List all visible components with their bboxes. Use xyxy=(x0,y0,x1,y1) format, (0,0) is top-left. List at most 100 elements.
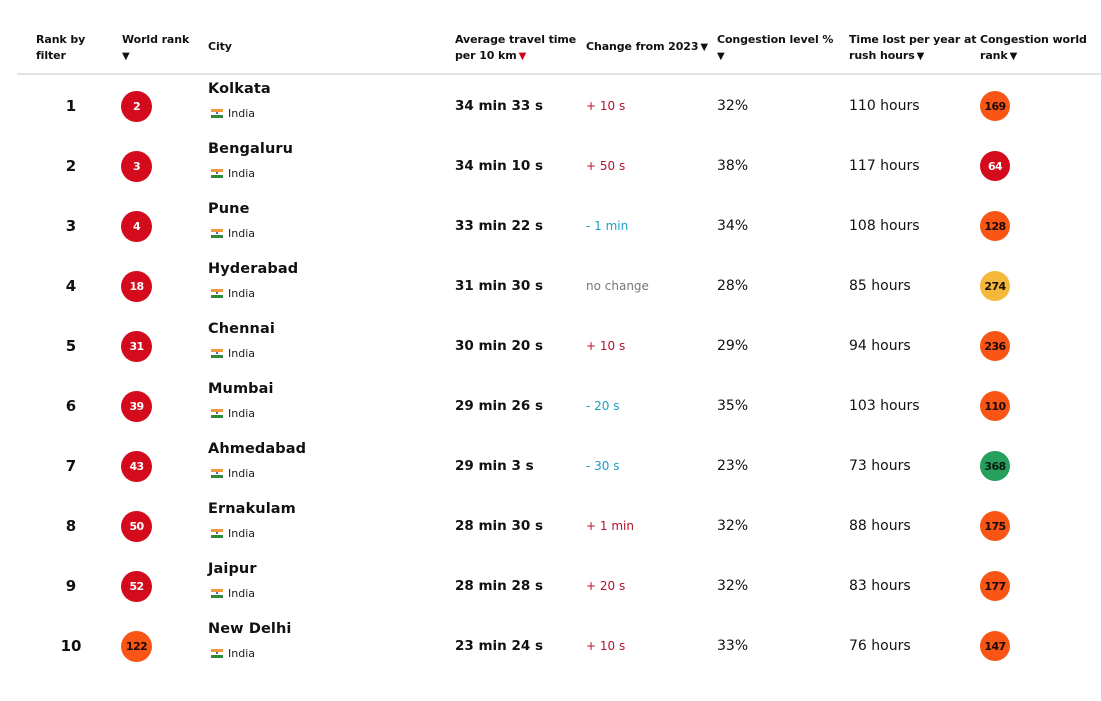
table-row[interactable]: 5 31 Chennai India 30 min 20 s + 10 s 29… xyxy=(0,316,1101,376)
congestion-level: 32% xyxy=(717,578,749,594)
india-flag-icon xyxy=(211,288,223,298)
rank-by-filter: 10 xyxy=(60,637,82,655)
country: India xyxy=(208,166,293,180)
time-lost-per-year: 76 hours xyxy=(849,638,911,654)
country-name: India xyxy=(228,646,255,660)
india-flag-icon xyxy=(211,648,223,658)
time-lost-per-year: 83 hours xyxy=(849,578,911,594)
change-from-2023: + 1 min xyxy=(586,519,634,533)
header-change-from-2023[interactable]: Change from 2023 ▼ xyxy=(586,39,708,56)
average-travel-time: 23 min 24 s xyxy=(455,638,544,654)
average-travel-time: 31 min 30 s xyxy=(455,278,544,294)
header-congestion-world-rank[interactable]: Congestion world rank ▼ xyxy=(980,32,1087,65)
sort-arrow-icon[interactable]: ▼ xyxy=(700,42,708,53)
city-cell: Kolkata India xyxy=(208,79,271,120)
city-name[interactable]: Kolkata xyxy=(208,79,271,99)
header-rank-by-filter[interactable]: Rank by filter xyxy=(36,32,85,64)
change-from-2023: + 10 s xyxy=(586,99,626,113)
india-flag-icon xyxy=(211,588,223,598)
city-name[interactable]: Pune xyxy=(208,199,255,219)
change-from-2023: - 30 s xyxy=(586,459,620,473)
table-row[interactable]: 2 3 Bengaluru India 34 min 10 s + 50 s 3… xyxy=(0,136,1101,196)
table-row[interactable]: 9 52 Jaipur India 28 min 28 s + 20 s 32%… xyxy=(0,556,1101,616)
city-name[interactable]: Ahmedabad xyxy=(208,439,306,459)
time-lost-per-year: 103 hours xyxy=(849,398,920,414)
header-time-lost-line1: Time lost per year at xyxy=(849,33,977,46)
table-row[interactable]: 1 2 Kolkata India 34 min 33 s + 10 s 32%… xyxy=(0,76,1101,136)
city-cell: Hyderabad India xyxy=(208,259,298,300)
table-row[interactable]: 6 39 Mumbai India 29 min 26 s - 20 s 35%… xyxy=(0,376,1101,436)
city-cell: New Delhi India xyxy=(208,619,291,660)
table-row[interactable]: 4 18 Hyderabad India 31 min 30 s no chan… xyxy=(0,256,1101,316)
world-rank-badge: 50 xyxy=(121,511,152,542)
average-travel-time: 34 min 10 s xyxy=(455,158,544,174)
country-name: India xyxy=(228,346,255,360)
rank-by-filter: 9 xyxy=(65,577,77,595)
table-row[interactable]: 10 122 New Delhi India 23 min 24 s + 10 … xyxy=(0,616,1101,676)
country: India xyxy=(208,466,306,480)
congestion-world-rank-badge: 64 xyxy=(980,151,1010,181)
country: India xyxy=(208,226,255,240)
india-flag-icon xyxy=(211,168,223,178)
table-row[interactable]: 3 4 Pune India 33 min 22 s - 1 min 34% 1… xyxy=(0,196,1101,256)
sort-arrow-icon[interactable]: ▼ xyxy=(1010,51,1018,62)
change-from-2023: - 1 min xyxy=(586,219,629,233)
world-rank-badge: 52 xyxy=(121,571,152,602)
city-name[interactable]: New Delhi xyxy=(208,619,291,639)
city-cell: Ahmedabad India xyxy=(208,439,306,480)
average-travel-time: 30 min 20 s xyxy=(455,338,544,354)
change-from-2023: - 20 s xyxy=(586,399,620,413)
city-cell: Jaipur India xyxy=(208,559,257,600)
header-congestion-level[interactable]: Congestion level % ▼ xyxy=(717,32,833,65)
country-name: India xyxy=(228,226,255,240)
congestion-world-rank-badge: 147 xyxy=(980,631,1010,661)
average-travel-time: 34 min 33 s xyxy=(455,98,544,114)
city-name[interactable]: Chennai xyxy=(208,319,275,339)
city-name[interactable]: Ernakulam xyxy=(208,499,296,519)
average-travel-time: 28 min 30 s xyxy=(455,518,544,534)
rank-by-filter: 4 xyxy=(65,277,77,295)
country: India xyxy=(208,406,274,420)
sort-arrow-active-icon[interactable]: ▼ xyxy=(519,51,527,62)
table-row[interactable]: 8 50 Ernakulam India 28 min 30 s + 1 min… xyxy=(0,496,1101,556)
table-header: Rank by filter World rank ▼ City Average… xyxy=(0,0,1101,76)
city-cell: Pune India xyxy=(208,199,255,240)
header-rank-by-filter-line2: filter xyxy=(36,49,66,62)
city-name[interactable]: Jaipur xyxy=(208,559,257,579)
congestion-world-rank-badge: 177 xyxy=(980,571,1010,601)
change-from-2023: no change xyxy=(586,279,649,293)
header-world-rank[interactable]: World rank ▼ xyxy=(122,32,189,65)
header-city[interactable]: City xyxy=(208,39,232,55)
congestion-world-rank-badge: 128 xyxy=(980,211,1010,241)
india-flag-icon xyxy=(211,528,223,538)
city-cell: Bengaluru India xyxy=(208,139,293,180)
city-name[interactable]: Mumbai xyxy=(208,379,274,399)
city-name[interactable]: Bengaluru xyxy=(208,139,293,159)
header-divider xyxy=(17,73,1101,75)
header-congestion-world-rank-line2: rank xyxy=(980,49,1008,62)
sort-arrow-icon[interactable]: ▼ xyxy=(717,51,725,62)
congestion-level: 32% xyxy=(717,98,749,114)
average-travel-time: 29 min 26 s xyxy=(455,398,544,414)
header-time-lost[interactable]: Time lost per year at rush hours ▼ xyxy=(849,32,977,65)
time-lost-per-year: 73 hours xyxy=(849,458,911,474)
table-row[interactable]: 7 43 Ahmedabad India 29 min 3 s - 30 s 2… xyxy=(0,436,1101,496)
header-average-travel-time[interactable]: Average travel time per 10 km ▼ xyxy=(455,32,576,65)
country: India xyxy=(208,526,296,540)
change-from-2023: + 20 s xyxy=(586,579,626,593)
sort-arrow-icon[interactable]: ▼ xyxy=(122,51,130,62)
sort-arrow-icon[interactable]: ▼ xyxy=(917,51,925,62)
world-rank-badge: 3 xyxy=(121,151,152,182)
congestion-world-rank-badge: 236 xyxy=(980,331,1010,361)
india-flag-icon xyxy=(211,468,223,478)
city-name[interactable]: Hyderabad xyxy=(208,259,298,279)
country: India xyxy=(208,106,271,120)
world-rank-badge: 39 xyxy=(121,391,152,422)
header-average-travel-time-line2: per 10 km xyxy=(455,49,517,62)
india-flag-icon xyxy=(211,228,223,238)
country-name: India xyxy=(228,526,255,540)
header-rank-by-filter-line1: Rank by xyxy=(36,33,86,46)
world-rank-badge: 18 xyxy=(121,271,152,302)
congestion-level: 28% xyxy=(717,278,749,294)
country: India xyxy=(208,586,257,600)
